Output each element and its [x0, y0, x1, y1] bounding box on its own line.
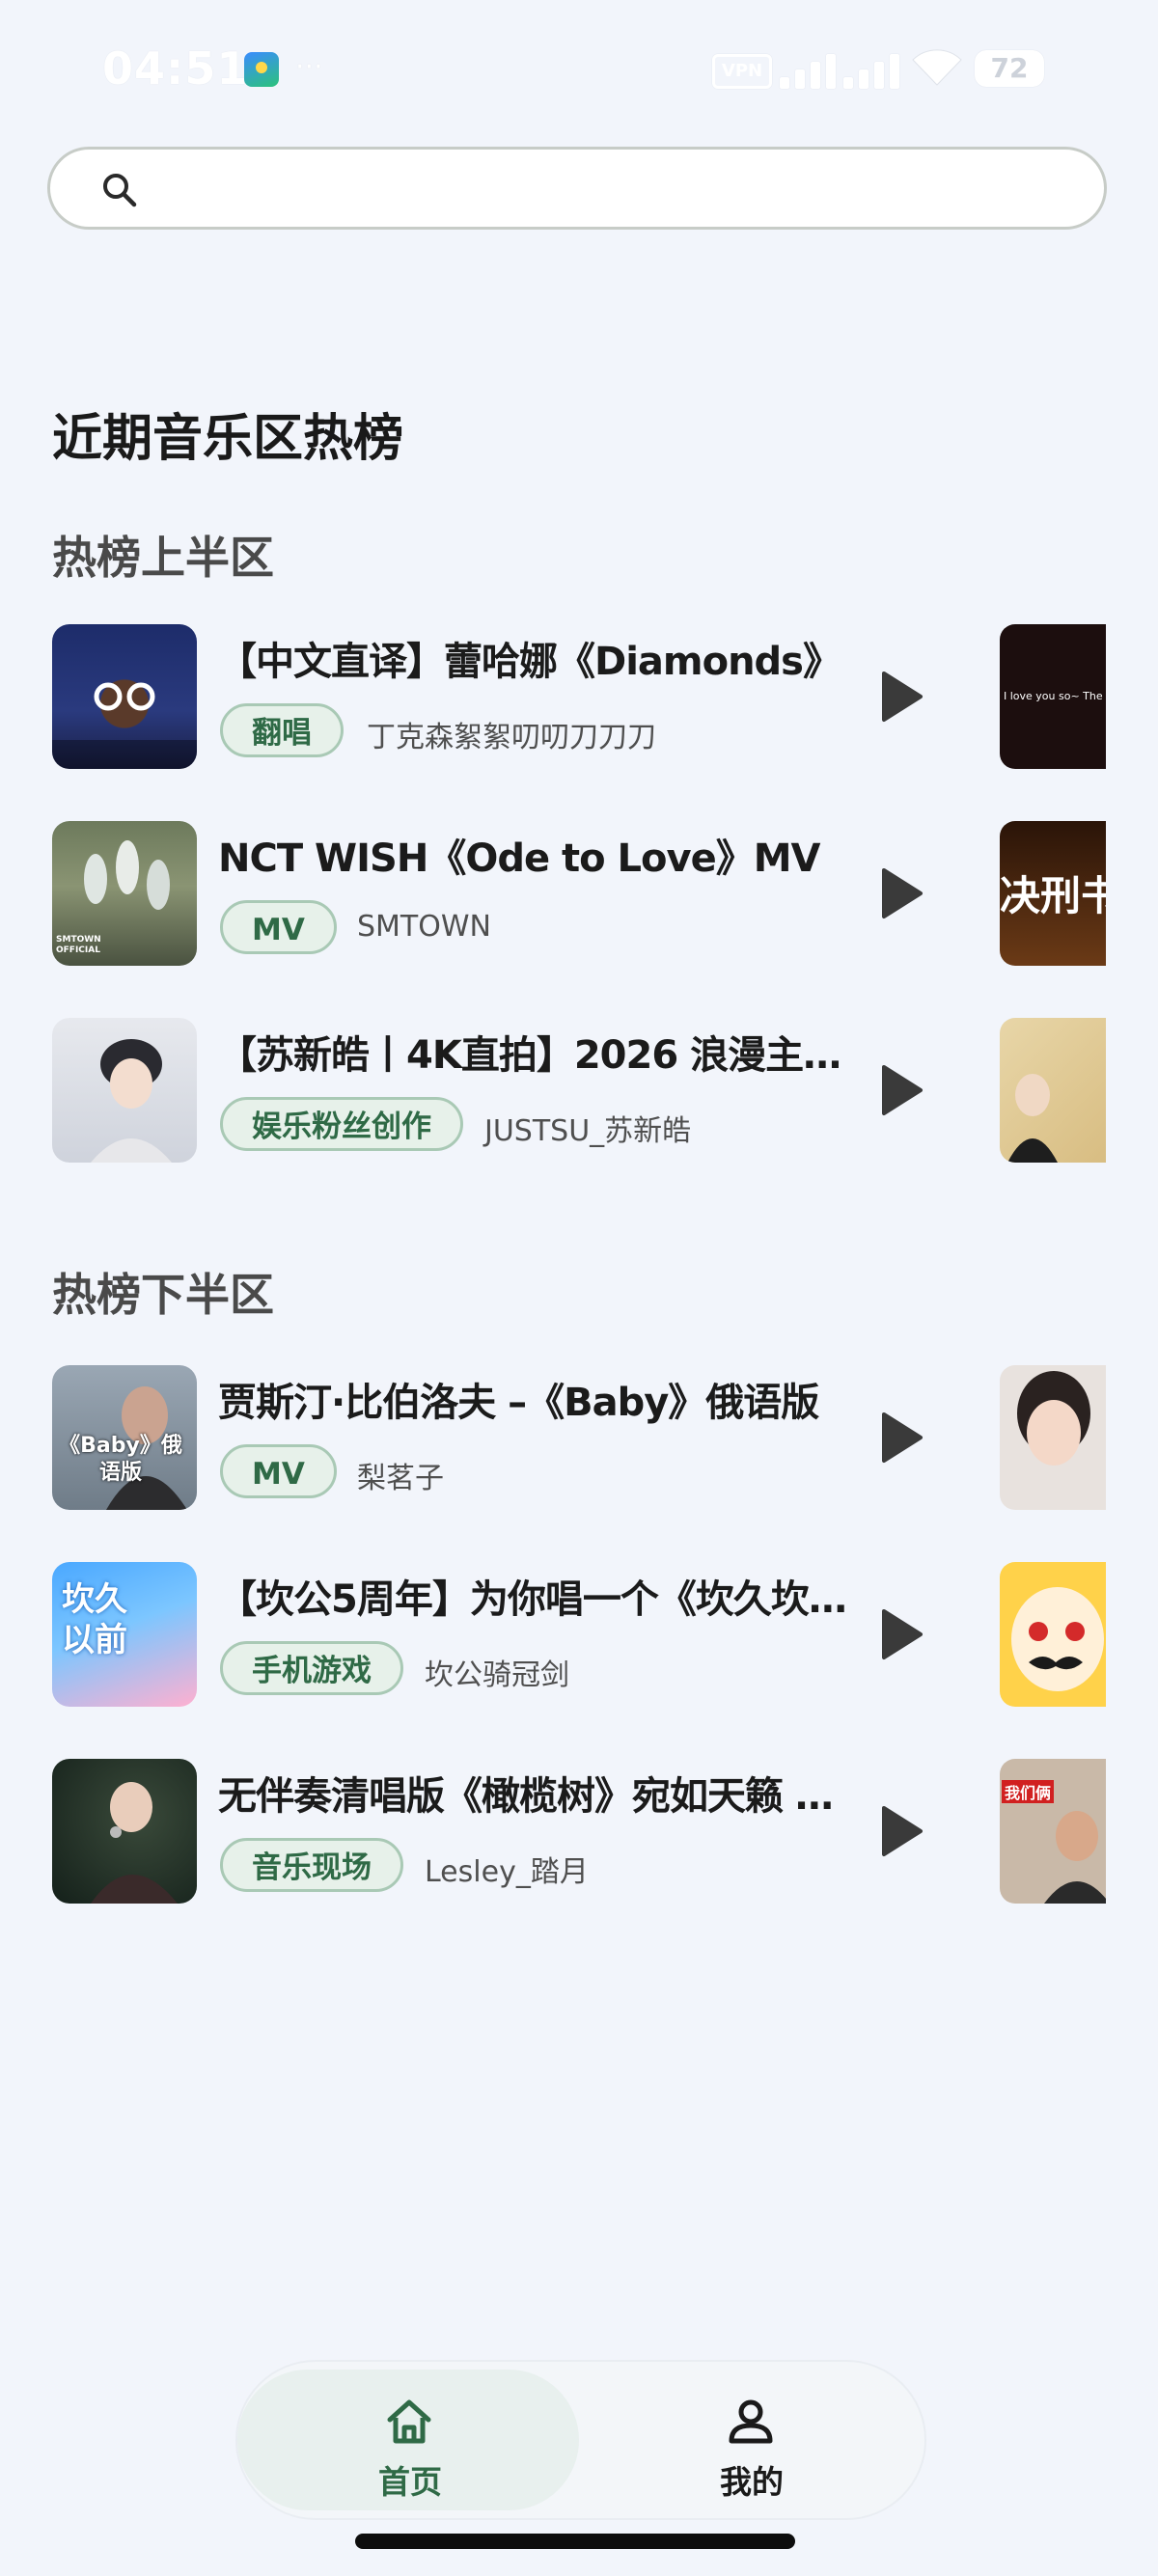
play-icon[interactable]: [870, 1802, 928, 1860]
song-title[interactable]: 贾斯汀·比伯洛夫 –《Baby》俄语版: [218, 1371, 855, 1427]
section-title-upper: 热榜上半区: [52, 532, 274, 584]
next-video-thumbnail[interactable]: [1000, 1365, 1106, 1510]
play-icon[interactable]: [870, 864, 928, 922]
list-item[interactable]: 【苏新皓丨4K直拍】2026 浪漫主… 娱乐粉丝创作 JUSTSU_苏新皓: [52, 1018, 1106, 1163]
category-tag[interactable]: MV: [220, 1444, 337, 1498]
next-video-thumbnail[interactable]: 我们俩: [1000, 1759, 1106, 1904]
search-bar[interactable]: [47, 147, 1107, 230]
uploader-name[interactable]: 梨茗子: [357, 1454, 444, 1496]
home-indicator[interactable]: [355, 2534, 795, 2549]
person-icon: [729, 2399, 773, 2444]
nav-home-label: 首页: [378, 2463, 442, 2501]
search-input[interactable]: [166, 163, 1077, 217]
next-video-thumbnail[interactable]: 决刑书: [1000, 821, 1106, 966]
category-tag[interactable]: 娱乐粉丝创作: [220, 1097, 463, 1151]
wifi-icon: [912, 49, 962, 86]
list-item[interactable]: SMTOWN OFFICIAL NCT WISH《Ode to Love》MV …: [52, 821, 1106, 966]
video-thumbnail[interactable]: [52, 1759, 197, 1904]
signal-2-icon: [843, 50, 905, 89]
list-item[interactable]: 《Baby》俄语版 贾斯汀·比伯洛夫 –《Baby》俄语版 MV 梨茗子: [52, 1365, 1106, 1510]
list-item[interactable]: 无伴奏清唱版《橄榄树》宛如天籁 … 音乐现场 Lesley_踏月 我们俩: [52, 1759, 1106, 1904]
page-title: 近期音乐区热榜: [52, 410, 404, 468]
app-notification-icon: [244, 52, 279, 87]
bottom-nav: 首页 我的: [237, 2362, 924, 2518]
list-item[interactable]: 【中文直译】蕾哈娜《Diamonds》 翻唱 丁克森絮絮叨叨刀刀刀 I love…: [52, 624, 1106, 769]
list-item[interactable]: 坎久以前 【坎公5周年】为你唱一个《坎久坎… 手机游戏 坎公骑冠剑: [52, 1562, 1106, 1707]
category-tag[interactable]: MV: [220, 900, 337, 954]
video-thumbnail[interactable]: 坎久以前: [52, 1562, 197, 1707]
play-icon[interactable]: [870, 1061, 928, 1119]
category-tag[interactable]: 音乐现场: [220, 1838, 403, 1892]
thumbnail-caption: 坎久以前: [62, 1580, 127, 1659]
nav-mine-label: 我的: [720, 2463, 784, 2501]
uploader-name[interactable]: Lesley_踏月: [425, 1848, 589, 1890]
signal-icon: [780, 50, 841, 89]
song-title[interactable]: 无伴奏清唱版《橄榄树》宛如天籁 …: [218, 1765, 855, 1821]
search-icon: [103, 174, 137, 207]
vpn-icon: VPN: [712, 54, 772, 89]
song-title[interactable]: 【坎公5周年】为你唱一个《坎久坎…: [218, 1568, 855, 1624]
nav-mine[interactable]: 我的: [579, 2370, 924, 2510]
video-thumbnail[interactable]: [52, 1018, 197, 1163]
category-tag[interactable]: 手机游戏: [220, 1641, 403, 1695]
more-notifications-icon: ···: [295, 50, 323, 84]
song-title[interactable]: 【中文直译】蕾哈娜《Diamonds》: [218, 630, 855, 686]
thumbnail-caption: I love you so~ The: [1004, 690, 1103, 702]
thumbnail-caption: 决刑书: [1000, 872, 1106, 919]
play-icon[interactable]: [870, 1605, 928, 1663]
battery-indicator: 72: [975, 50, 1044, 87]
thumbnail-caption: 《Baby》俄语版: [59, 1434, 182, 1485]
video-thumbnail[interactable]: 《Baby》俄语版: [52, 1365, 197, 1510]
category-tag[interactable]: 翻唱: [220, 703, 344, 757]
home-icon: [387, 2399, 431, 2444]
thumbnail-caption: SMTOWN OFFICIAL: [56, 935, 101, 955]
uploader-name[interactable]: 丁克森絮絮叨叨刀刀刀: [367, 713, 656, 755]
uploader-name[interactable]: SMTOWN: [357, 910, 491, 944]
status-bar: 04:51 ··· VPN 72: [0, 0, 1158, 135]
video-thumbnail[interactable]: [52, 624, 197, 769]
nav-home[interactable]: 首页: [237, 2370, 579, 2510]
status-time: 04:51: [102, 42, 249, 95]
song-title[interactable]: NCT WISH《Ode to Love》MV: [218, 827, 855, 883]
uploader-name[interactable]: 坎公骑冠剑: [425, 1651, 569, 1693]
next-video-thumbnail[interactable]: [1000, 1562, 1106, 1707]
uploader-name[interactable]: JUSTSU_苏新皓: [484, 1107, 691, 1149]
play-icon[interactable]: [870, 668, 928, 726]
next-video-thumbnail[interactable]: [1000, 1018, 1106, 1163]
next-video-thumbnail[interactable]: I love you so~ The: [1000, 624, 1106, 769]
song-title[interactable]: 【苏新皓丨4K直拍】2026 浪漫主…: [218, 1024, 855, 1080]
video-thumbnail[interactable]: SMTOWN OFFICIAL: [52, 821, 197, 966]
play-icon[interactable]: [870, 1409, 928, 1466]
section-title-lower: 热榜下半区: [52, 1269, 274, 1321]
